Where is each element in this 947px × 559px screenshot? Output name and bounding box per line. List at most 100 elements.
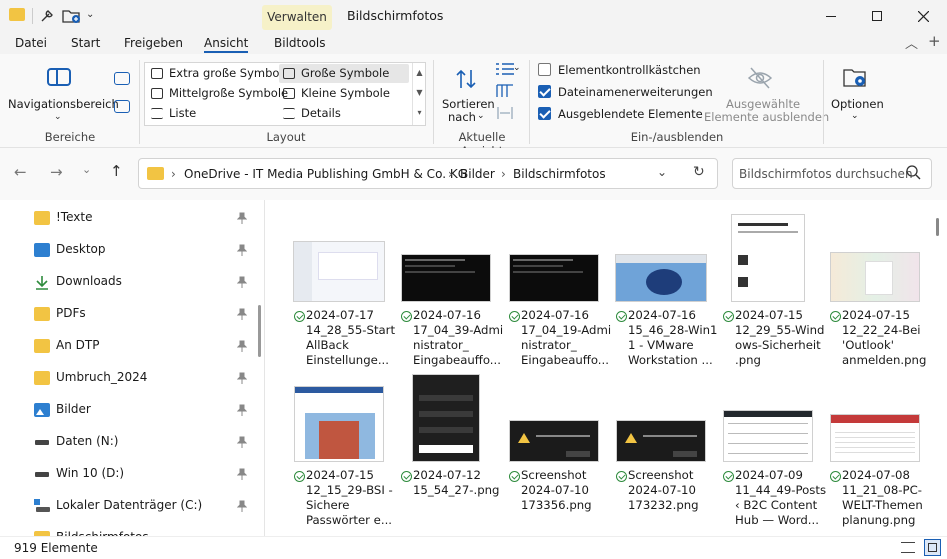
chevron-down-icon[interactable]: ⌄: [86, 9, 94, 20]
image-thumbnail[interactable]: [723, 410, 813, 462]
sidebar-item[interactable]: Umbruch_2024: [0, 362, 258, 394]
image-thumbnail[interactable]: [401, 254, 491, 302]
properties-icon[interactable]: [39, 8, 55, 27]
sidebar-item[interactable]: !Texte: [0, 202, 258, 234]
sidebar-item[interactable]: Desktop: [0, 234, 258, 266]
image-thumbnail[interactable]: [412, 374, 480, 462]
layout-medium-icons[interactable]: Mittelgroße Symbole: [147, 84, 288, 103]
pin-icon[interactable]: [236, 500, 248, 512]
pin-icon[interactable]: [236, 372, 248, 384]
pin-icon[interactable]: [236, 276, 248, 288]
layout-details[interactable]: Details: [279, 104, 409, 123]
group-by-icon[interactable]: [496, 62, 514, 79]
image-thumbnail[interactable]: [830, 414, 920, 462]
large-icons-view-icon[interactable]: [924, 539, 941, 556]
sidebar-item[interactable]: Win 10 (D:): [0, 458, 258, 490]
new-folder-icon[interactable]: [62, 8, 82, 27]
hide-selected-icon[interactable]: [747, 66, 773, 93]
file-name: 2024-07-16 17_04_19-Admi nistrator_ Eingabe…: [521, 308, 621, 368]
close-button[interactable]: [900, 0, 946, 32]
sort-by-button[interactable]: Sortieren: [442, 97, 495, 111]
tab-freigeben[interactable]: Freigeben: [124, 36, 183, 50]
recent-locations-chevron-icon[interactable]: ⌄: [82, 163, 91, 176]
pin-icon[interactable]: [236, 436, 248, 448]
sidebar-item[interactable]: Bildschirmfotos: [0, 522, 258, 536]
tab-bildtools[interactable]: Bildtools: [274, 36, 326, 50]
search-input[interactable]: Bildschirmfotos durchsuchen: [739, 167, 913, 181]
item-checkboxes-checkbox[interactable]: [538, 63, 551, 76]
scrollbar[interactable]: [936, 218, 939, 236]
tab-start[interactable]: Start: [71, 36, 100, 50]
sidebar-item[interactable]: An DTP: [0, 330, 258, 362]
layout-large-icons[interactable]: Große Symbole: [279, 64, 409, 83]
image-thumbnail[interactable]: [509, 254, 599, 302]
image-thumbnail[interactable]: [830, 252, 920, 302]
breadcrumb-bildschirmfotos[interactable]: Bildschirmfotos: [513, 167, 606, 181]
options-icon[interactable]: [843, 66, 869, 93]
image-thumbnail[interactable]: [293, 241, 385, 302]
file-name: 2024-07-16 17_04_39-Admi nistrator_ Eingabe…: [413, 308, 513, 368]
hide-selected-button[interactable]: Ausgewählte: [726, 97, 800, 111]
scrollbar[interactable]: [258, 305, 261, 357]
image-thumbnail[interactable]: [616, 420, 706, 462]
pin-icon[interactable]: [236, 404, 248, 416]
navigation-pane-button[interactable]: Navigationsbereich: [8, 97, 119, 111]
size-columns-icon[interactable]: [496, 106, 514, 123]
address-bar[interactable]: › OneDrive - IT Media Publishing GmbH & …: [138, 158, 718, 189]
file-name-line: Einstellunge...: [306, 353, 389, 367]
ribbon-tabs: Datei Start Freigeben Ansicht Bildtools …: [0, 32, 947, 54]
add-columns-icon[interactable]: [496, 84, 514, 101]
tab-datei[interactable]: Datei: [15, 36, 47, 50]
up-arrow-icon[interactable]: ↑: [110, 162, 123, 180]
layout-extra-large-icons[interactable]: Extra große Symbole: [147, 64, 290, 83]
refresh-icon[interactable]: ↻: [693, 164, 705, 180]
layout-small-icons[interactable]: Kleine Symbole: [279, 84, 409, 103]
details-view-icon[interactable]: [901, 542, 915, 553]
chevron-right-icon[interactable]: ›: [171, 167, 176, 181]
gallery-scroll[interactable]: ▲ ▼ ▾: [412, 63, 426, 125]
chevron-down-icon[interactable]: ⌄: [477, 111, 485, 121]
maximize-button[interactable]: [854, 0, 900, 32]
image-thumbnail[interactable]: [294, 386, 384, 462]
search-icon[interactable]: [906, 165, 921, 183]
pin-icon[interactable]: [236, 244, 248, 256]
options-button[interactable]: Optionen: [831, 97, 884, 111]
sidebar-item[interactable]: Lokaler Datenträger (C:): [0, 490, 258, 522]
hidden-items-checkbox[interactable]: [538, 107, 551, 120]
back-arrow-icon[interactable]: ←: [14, 163, 27, 181]
navigation-pane-icon[interactable]: [47, 68, 71, 86]
sidebar-item[interactable]: PDFs: [0, 298, 258, 330]
tab-ansicht[interactable]: Ansicht: [204, 36, 249, 53]
pin-icon[interactable]: [236, 212, 248, 224]
chevron-down-icon[interactable]: ⌄: [54, 112, 62, 122]
minimize-button[interactable]: [808, 0, 854, 32]
preview-pane-icon[interactable]: [114, 72, 130, 85]
image-thumbnail[interactable]: [731, 214, 805, 302]
pin-icon[interactable]: [236, 468, 248, 480]
breadcrumb-bilder[interactable]: Bilder: [460, 167, 495, 181]
collapse-ribbon-icon[interactable]: ︿: [905, 33, 918, 52]
explorer-window: ⌄ Verwalten Bildschirmfotos Datei Start …: [0, 0, 947, 559]
chevron-down-icon[interactable]: ⌄: [851, 111, 859, 121]
chevron-down-icon[interactable]: ⌄: [513, 63, 521, 73]
sidebar-item[interactable]: Daten (N:): [0, 426, 258, 458]
details-pane-icon[interactable]: [114, 100, 130, 113]
sidebar-item[interactable]: Bilder: [0, 394, 258, 426]
chevron-right-icon[interactable]: ›: [501, 167, 506, 181]
sort-icon[interactable]: [455, 68, 477, 93]
chevron-right-icon[interactable]: ›: [448, 167, 453, 181]
search-box[interactable]: Bildschirmfotos durchsuchen: [732, 158, 932, 189]
context-tab-verwalten[interactable]: Verwalten: [262, 5, 332, 30]
file-extensions-checkbox[interactable]: [538, 85, 551, 98]
pin-icon[interactable]: [236, 340, 248, 352]
pin-icon[interactable]: [236, 308, 248, 320]
layout-list[interactable]: Liste: [147, 104, 277, 123]
sidebar-item[interactable]: Downloads: [0, 266, 258, 298]
breadcrumb-onedrive[interactable]: OneDrive - IT Media Publishing GmbH & Co…: [184, 167, 467, 181]
sidebar-item-label: PDFs: [56, 306, 86, 320]
help-icon[interactable]: +: [928, 32, 941, 50]
address-dropdown-icon[interactable]: ⌄: [657, 165, 667, 179]
image-thumbnail[interactable]: [615, 254, 707, 302]
image-thumbnail[interactable]: [509, 420, 599, 462]
forward-arrow-icon[interactable]: →: [50, 163, 63, 181]
